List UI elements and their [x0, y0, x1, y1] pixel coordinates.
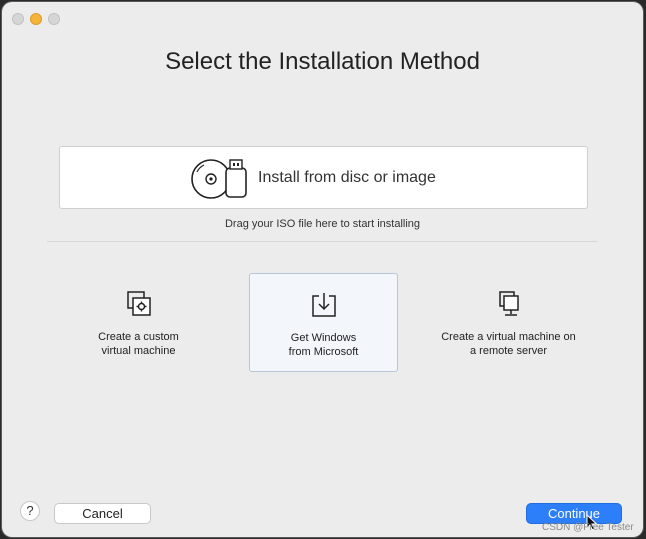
option-create-custom-vm-label: Create a custom virtual machine: [98, 331, 179, 357]
close-window-button[interactable]: [12, 13, 24, 25]
download-icon: [311, 293, 336, 317]
page-title: Select the Installation Method: [165, 48, 480, 75]
zoom-window-button[interactable]: [48, 13, 60, 25]
remote-server-icon: [498, 291, 519, 316]
section-divider: [47, 241, 598, 242]
minimize-window-button[interactable]: [30, 13, 42, 25]
disc-usb-icon: [191, 159, 247, 199]
custom-vm-icon: [126, 291, 151, 316]
help-button[interactable]: ?: [20, 501, 40, 521]
option-get-windows-label: Get Windows from Microsoft: [288, 332, 359, 358]
option-get-windows[interactable]: Get Windows from Microsoft: [249, 273, 398, 372]
cancel-button[interactable]: Cancel: [54, 503, 151, 524]
option-remote-server-vm[interactable]: Create a virtual machine on a remote ser…: [434, 273, 583, 372]
option-create-custom-vm[interactable]: Create a custom virtual machine: [64, 273, 213, 372]
window-controls: [12, 13, 60, 25]
drag-iso-hint: Drag your ISO file here to start install…: [224, 218, 421, 230]
install-from-disc-label: Install from disc or image: [258, 169, 436, 186]
installer-window: Select the Installation Method Install f…: [2, 2, 643, 537]
watermark-text: CSDN @Free Tester: [542, 522, 634, 533]
install-from-disc-dropzone[interactable]: Install from disc or image: [59, 146, 588, 209]
continue-button[interactable]: Continue: [526, 503, 622, 524]
option-remote-server-vm-label: Create a virtual machine on a remote ser…: [441, 331, 576, 357]
